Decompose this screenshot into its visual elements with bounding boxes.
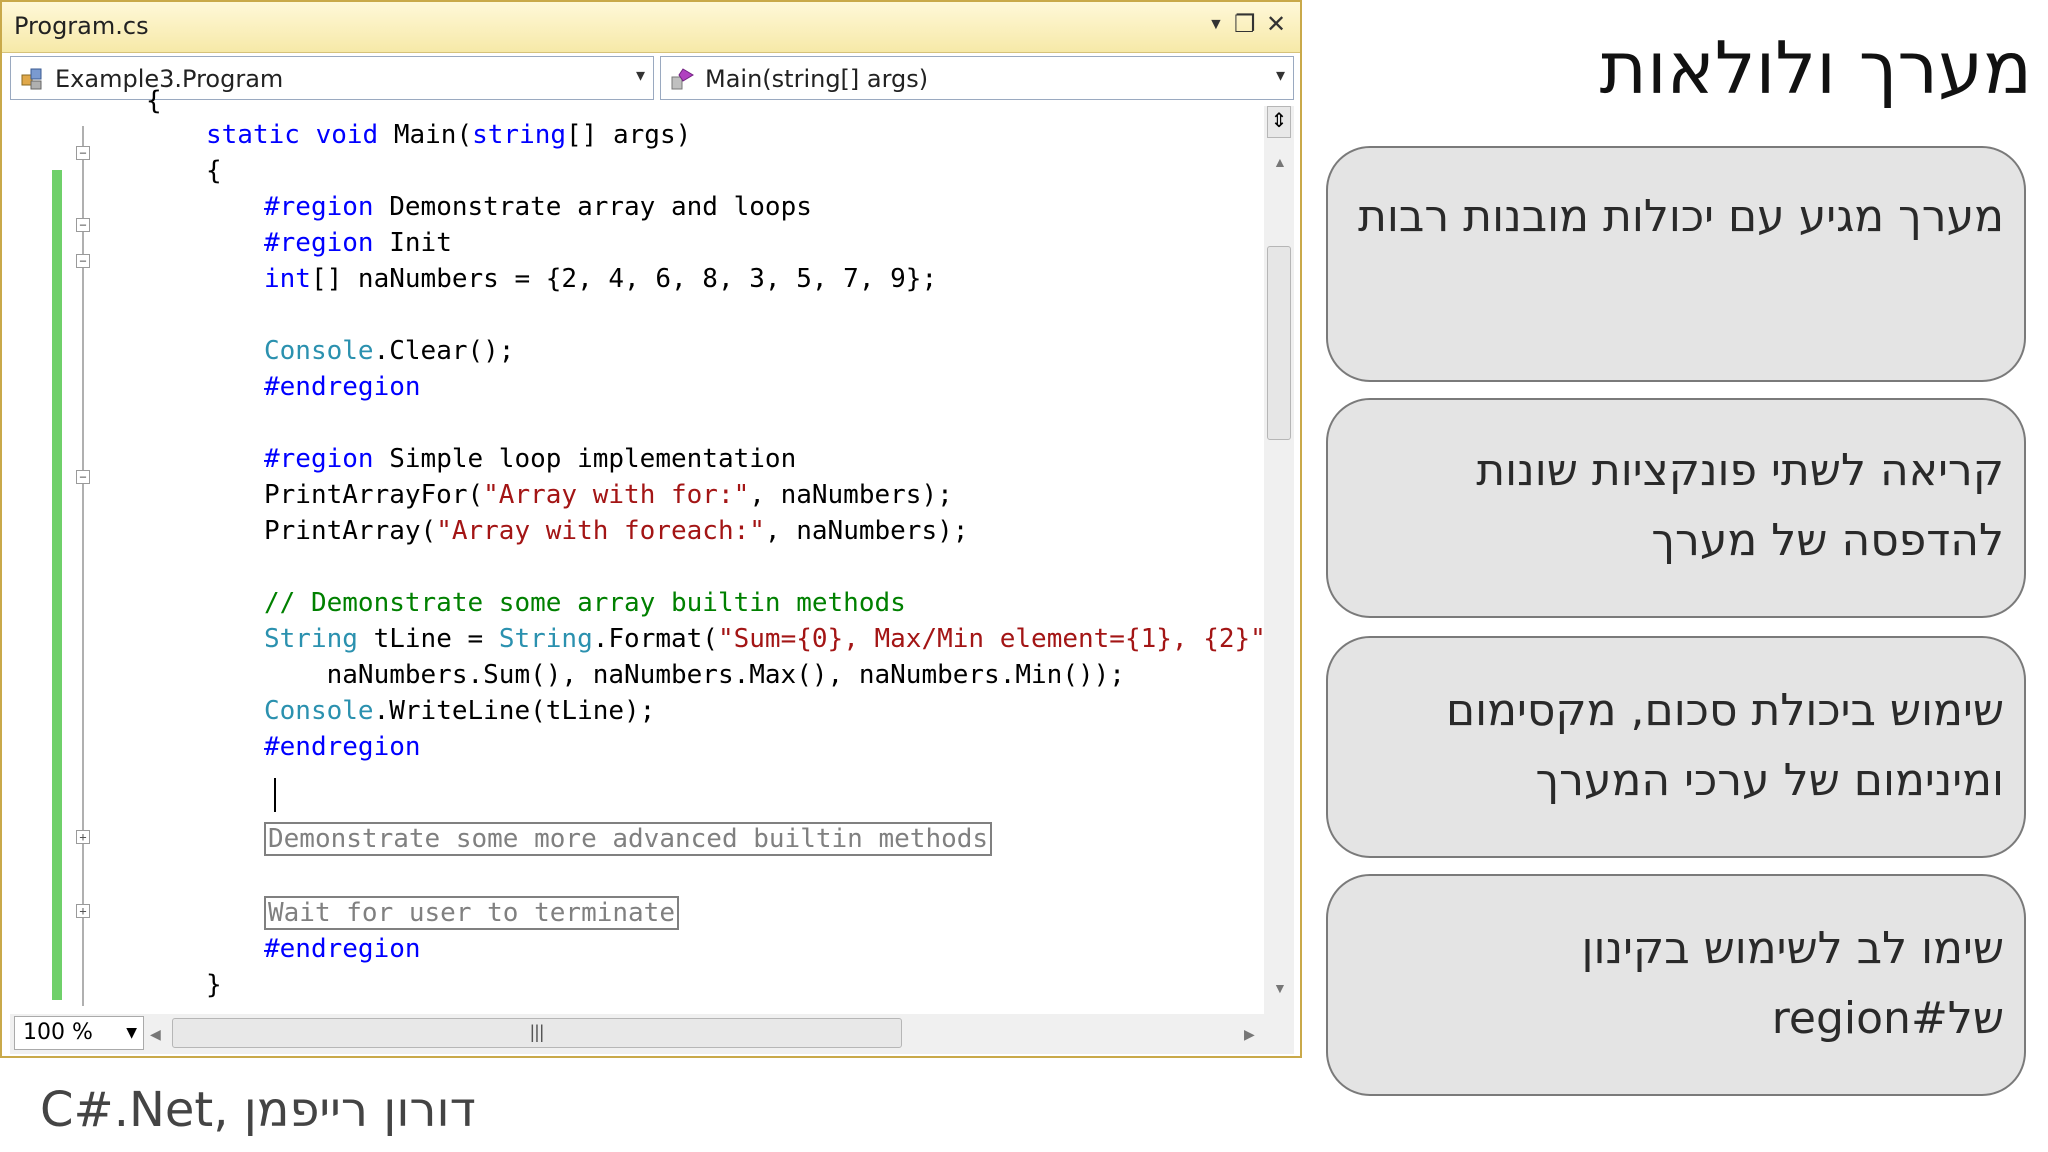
bullet-text: קריאה לשתי פונקציות שונות להדפסה של מערך <box>1476 445 2004 566</box>
code-line: // Demonstrate some array builtin method… <box>264 588 906 618</box>
pin-icon[interactable]: ▼ <box>1208 16 1224 34</box>
code-line: int[] naNumbers = {2, 4, 6, 8, 3, 5, 7, … <box>264 264 938 294</box>
class-combo-value: Example3.Program <box>55 65 284 93</box>
code-line: #region Simple loop implementation <box>264 444 797 474</box>
code-line: #endregion <box>264 732 421 762</box>
maximize-icon[interactable]: ❐ <box>1234 10 1256 39</box>
code-line: static void Main(string[] args) <box>206 120 692 150</box>
method-icon <box>671 68 694 90</box>
scroll-left-icon[interactable]: ◀ <box>150 1026 161 1043</box>
vertical-scroll-thumb[interactable] <box>1267 246 1291 440</box>
bullet-box: קריאה לשתי פונקציות שונות להדפסה של מערך <box>1326 398 2026 618</box>
document-title: Program.cs <box>14 12 149 40</box>
code-line: PrintArray("Array with foreach:", naNumb… <box>264 516 969 546</box>
code-line: { <box>206 156 222 186</box>
code-editor-window: Program.cs ▼ ❐ ✕ Example3.Program ▾ Main… <box>0 0 1302 1058</box>
scroll-up-icon[interactable]: ▲ <box>1273 154 1287 170</box>
close-icon[interactable]: ✕ <box>1266 10 1286 39</box>
code-line: #endregion <box>264 934 421 964</box>
dropdown-icon[interactable]: ▾ <box>636 65 645 86</box>
dropdown-icon[interactable]: ▾ <box>1276 65 1285 86</box>
member-combo[interactable]: Main(string[] args) ▾ <box>660 56 1294 100</box>
vertical-scrollbar[interactable]: ⇕ ▲ ▼ <box>1264 106 1294 1014</box>
slide-title: מערך ולולאות <box>1599 26 2032 110</box>
horizontal-scroll-thumb[interactable]: ||| <box>172 1018 902 1048</box>
expand-icon[interactable]: + <box>76 830 90 844</box>
expand-icon[interactable]: + <box>76 904 90 918</box>
code-line: Console.Clear(); <box>264 336 515 366</box>
bullet-text: שימו לב לשימוש בקינון של#region <box>1581 923 2004 1044</box>
zoom-combo[interactable]: 100 % ▼ <box>14 1016 144 1050</box>
zoom-value: 100 % <box>23 1020 93 1045</box>
code-line: Console.WriteLine(tLine); <box>264 696 656 726</box>
member-combo-value: Main(string[] args) <box>705 65 929 93</box>
slide-footer: C#.Net, דורון רייפמן <box>40 1082 476 1138</box>
class-combo[interactable]: Example3.Program ▾ <box>10 56 654 100</box>
bullet-box: שימוש ביכולת סכום, מקסימום ומינימום של ע… <box>1326 636 2026 858</box>
navigation-bar: Example3.Program ▾ Main(string[] args) ▾ <box>10 56 1294 102</box>
bullet-box: שימו לב לשימוש בקינון של#region <box>1326 874 2026 1096</box>
code-line: String tLine = String.Format("Sum={0}, M… <box>264 624 1282 654</box>
scroll-right-icon[interactable]: ▶ <box>1244 1026 1255 1043</box>
code-line: naNumbers.Sum(), naNumbers.Max(), naNumb… <box>264 660 1125 690</box>
bullet-text: שימוש ביכולת סכום, מקסימום ומינימום של ע… <box>1445 685 2004 806</box>
collapsed-region[interactable]: Wait for user to terminate <box>264 896 679 930</box>
code-line: #region Init <box>264 228 452 258</box>
source-code: { static void Main(string[] args) { #reg… <box>10 86 1282 1000</box>
editor-bottom-bar: 100 % ▼ ◀ ||| ▶ <box>10 1014 1294 1054</box>
bullet-box: מערך מגיע עם יכולות מובנות רבות <box>1326 146 2026 382</box>
bullet-text: מערך מגיע עם יכולות מובנות רבות <box>1358 191 2004 242</box>
dropdown-icon[interactable]: ▼ <box>126 1017 137 1049</box>
document-tab[interactable]: Program.cs ▼ ❐ ✕ <box>2 2 1300 53</box>
code-line: #region Demonstrate array and loops <box>264 192 812 222</box>
code-line: #endregion <box>264 372 421 402</box>
scroll-down-icon[interactable]: ▼ <box>1273 980 1287 996</box>
code-line: } <box>206 970 222 1000</box>
split-icon[interactable]: ⇕ <box>1267 106 1291 138</box>
code-line: { <box>146 86 162 116</box>
text-caret <box>274 778 276 812</box>
collapsed-region[interactable]: Demonstrate some more advanced builtin m… <box>264 822 993 856</box>
code-line: PrintArrayFor("Array with for:", naNumbe… <box>264 480 953 510</box>
class-icon <box>21 68 42 90</box>
code-area[interactable]: − − − − + + { static void Main(string[] … <box>10 86 1282 1014</box>
